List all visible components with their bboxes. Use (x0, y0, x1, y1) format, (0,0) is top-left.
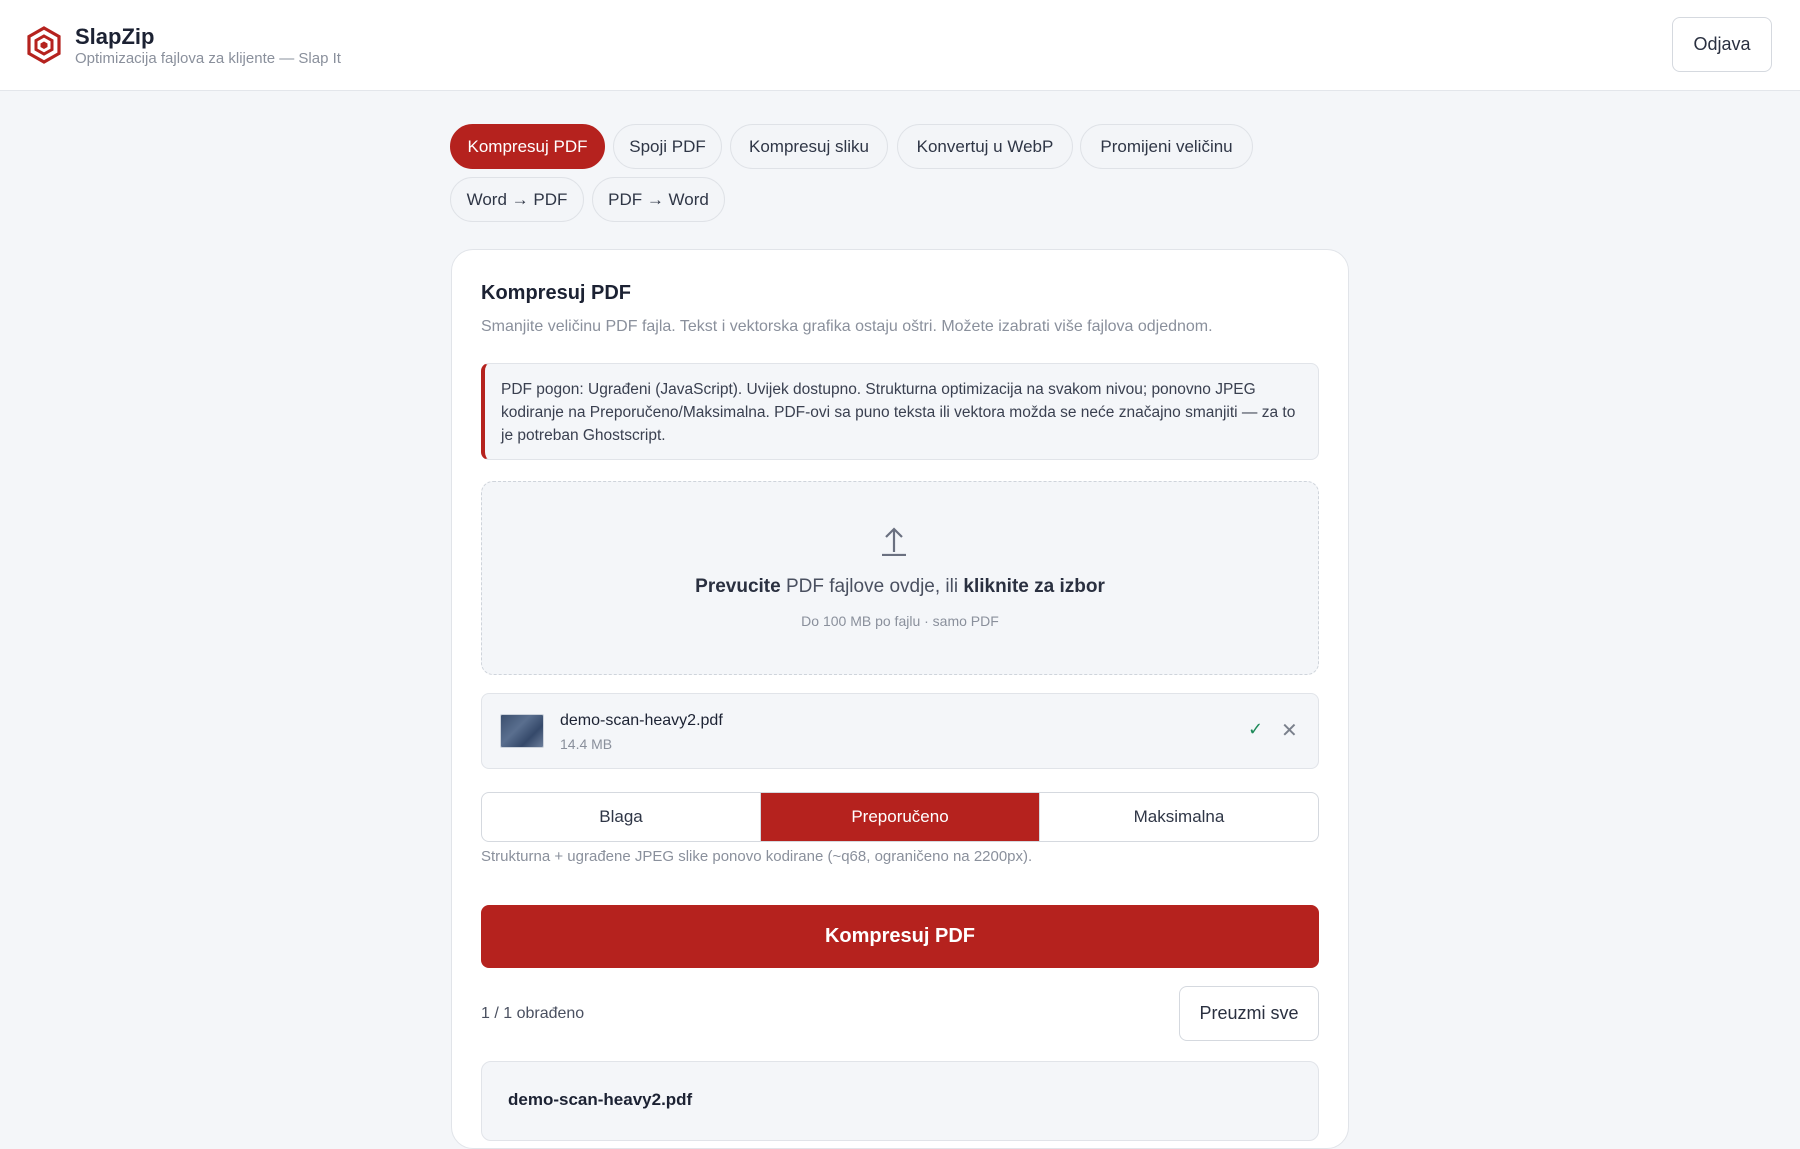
compress-button[interactable]: Kompresuj PDF (481, 905, 1319, 968)
dropzone-text-middle: PDF fajlove ovdje, ili (780, 576, 964, 597)
close-icon[interactable]: ✕ (1281, 718, 1298, 743)
engine-info-box: PDF pogon: Ugrađeni (JavaScript). Uvijek… (481, 363, 1319, 460)
download-all-button[interactable]: Preuzmi sve (1179, 986, 1319, 1041)
compression-level-selector: Blaga Preporučeno Maksimalna (481, 792, 1319, 842)
file-thumbnail (500, 714, 544, 748)
tab-kompresuj-sliku[interactable]: Kompresuj sliku (730, 124, 888, 169)
file-name: demo-scan-heavy2.pdf (560, 712, 723, 729)
level-option-blaga[interactable]: Blaga (482, 793, 761, 841)
file-list-item: demo-scan-heavy2.pdf 14.4 MB ✓ ✕ (481, 693, 1319, 769)
result-file-name: demo-scan-heavy2.pdf (508, 1090, 693, 1109)
level-option-maksimalna[interactable]: Maksimalna (1040, 793, 1318, 841)
tab-spoji-pdf[interactable]: Spoji PDF (613, 124, 722, 169)
dropzone-hint: Do 100 MB po fajlu · samo PDF (801, 613, 999, 629)
processed-count: 1 / 1 obrađeno (481, 1005, 585, 1022)
tab-word-to-pdf[interactable]: Word → PDF (450, 177, 584, 222)
upload-icon (882, 527, 906, 556)
check-icon: ✓ (1248, 719, 1264, 739)
tab-kompresuj-pdf[interactable]: Kompresuj PDF (450, 124, 605, 169)
app-header: SlapZip Optimizacija fajlova za klijente… (0, 0, 1800, 91)
file-dropzone[interactable]: Prevucite PDF fajlove ovdje, ili kliknit… (481, 481, 1319, 675)
card-description: Smanjite veličinu PDF fajla. Tekst i vek… (481, 318, 1213, 335)
file-size: 14.4 MB (560, 736, 613, 752)
dropzone-text-click: kliknite za izbor (963, 576, 1105, 597)
card-title: Kompresuj PDF (481, 282, 632, 304)
app-subtitle: Optimizacija fajlova za klijente — Slap … (75, 50, 341, 67)
logout-button[interactable]: Odjava (1672, 17, 1772, 72)
tab-promijeni-velicinu[interactable]: Promijeni veličinu (1080, 124, 1253, 169)
tab-konvertuj-webp[interactable]: Konvertuj u WebP (897, 124, 1073, 169)
level-hint: Strukturna + ugrađene JPEG slike ponovo … (481, 848, 1033, 865)
tab-pdf-to-word[interactable]: PDF → Word (592, 177, 725, 222)
result-item: demo-scan-heavy2.pdf (481, 1061, 1319, 1141)
dropzone-text: Prevucite PDF fajlove ovdje, ili kliknit… (482, 576, 1318, 598)
dropzone-text-drag: Prevucite (695, 576, 781, 597)
level-option-preporuceno[interactable]: Preporučeno (761, 793, 1040, 841)
logo-icon (27, 26, 61, 64)
app-title: SlapZip (75, 24, 155, 49)
